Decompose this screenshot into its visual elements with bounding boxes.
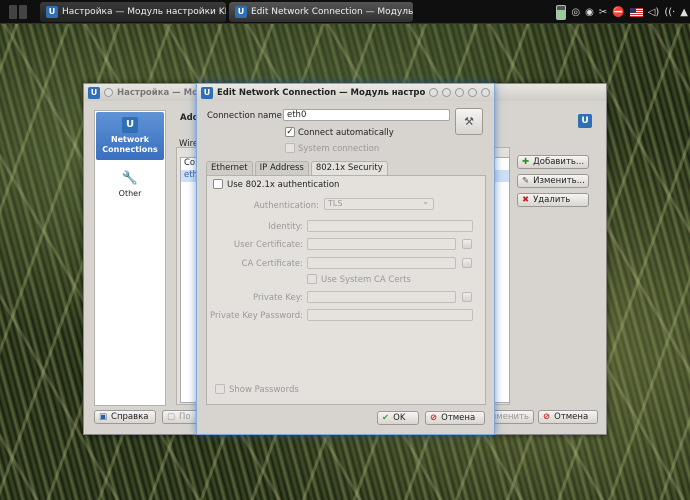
window-menu-icon[interactable] (104, 88, 113, 97)
edit-icon: ✎ (522, 176, 530, 186)
cancel-button[interactable]: ⊘ Отмена (538, 410, 598, 424)
network-icon: U (122, 117, 138, 133)
ok-button-label: OK (393, 413, 406, 423)
kde-settings-icon: U (235, 5, 247, 18)
use-8021x-label: Use 802.1x authentication (227, 180, 340, 190)
cancel-icon: ⊘ (430, 413, 438, 423)
show-passwords-label: Show Passwords (229, 385, 299, 395)
cancel-icon: ⊘ (543, 412, 551, 422)
keyboard-layout-flag-icon[interactable] (629, 7, 643, 17)
minimize-icon[interactable] (455, 88, 464, 97)
system-connection-checkbox[interactable] (285, 143, 295, 153)
add-button[interactable]: ✚ Добавить... (517, 155, 589, 169)
volume-icon[interactable]: ◁) (648, 7, 660, 18)
private-key-field[interactable] (307, 291, 456, 303)
delete-button-label: Удалить (533, 195, 571, 205)
user-certificate-field[interactable] (307, 238, 456, 250)
edit-button[interactable]: ✎ Изменить... (517, 174, 589, 188)
task-edit-network-label: Edit Network Connection — Модуль нас (251, 6, 413, 17)
help-button-label: Справка (111, 412, 149, 422)
use-system-ca-checkbox[interactable] (307, 274, 317, 284)
tray-expand-icon[interactable]: ▲ (680, 7, 688, 18)
user-certificate-label: User Certificate: (233, 240, 303, 250)
private-key-password-field[interactable] (307, 309, 473, 321)
tab-8021x-security[interactable]: 802.1x Security (310, 161, 388, 176)
battery-icon[interactable] (556, 4, 567, 20)
system-connection-label: System connection (298, 144, 380, 154)
help-icon: ▣ (99, 412, 108, 422)
dialog-cancel-label: Отмена (441, 413, 476, 423)
open-file-icon[interactable] (462, 258, 472, 268)
task-settings-label: Настройка — Модуль настройки KDE (62, 6, 226, 17)
scissors-icon[interactable]: ✂ (599, 7, 607, 18)
connection-name-input[interactable]: eth0 (283, 109, 450, 121)
tools-icon: 🔧 (121, 171, 139, 186)
ca-certificate-field[interactable] (307, 257, 456, 269)
kde-settings-icon: U (46, 5, 58, 18)
connection-icon-button[interactable]: ⚒ (455, 108, 483, 135)
open-file-icon[interactable] (462, 239, 472, 249)
sidebar-item-label: Network Connections (102, 135, 158, 154)
show-passwords-checkbox[interactable] (215, 384, 225, 394)
maximize-icon[interactable] (468, 88, 477, 97)
sidebar-item-network-connections[interactable]: U Network Connections (96, 112, 164, 160)
no-entry-icon[interactable]: ⛔ (612, 7, 624, 18)
desktop-pager[interactable] (0, 0, 36, 24)
authentication-label: Authentication: (253, 201, 319, 211)
close-icon[interactable] (481, 88, 490, 97)
delete-button[interactable]: ✖ Удалить (517, 193, 589, 207)
defaults-button-label: По (179, 412, 191, 422)
help-titlebar-icon[interactable] (429, 88, 438, 97)
sidebar-item-other[interactable]: 🔧 Other (96, 161, 164, 209)
sidebar-item-label: Other (118, 189, 142, 198)
dialog-tabs: Ethernet IP Address 802.1x Security (206, 161, 388, 176)
network-module-icon: U (578, 114, 592, 128)
connection-actions: ✚ Добавить... ✎ Изменить... ✖ Удалить (517, 155, 589, 207)
help-button[interactable]: ▣ Справка (94, 410, 156, 424)
ok-button[interactable]: ✔ OK (377, 411, 419, 425)
connect-automatically-label: Connect automatically (298, 128, 394, 138)
defaults-button[interactable]: ▢ По (162, 410, 198, 424)
module-sidebar: U Network Connections 🔧 Other (94, 110, 166, 406)
ubuntu-icon[interactable]: ◉ (585, 7, 594, 18)
delete-icon: ✖ (522, 195, 530, 205)
dialog-cancel-button[interactable]: ⊘ Отмена (425, 411, 485, 425)
defaults-icon: ▢ (167, 412, 176, 422)
open-file-icon[interactable] (462, 292, 472, 302)
cashew-icon[interactable]: ◎ (571, 7, 580, 18)
dialog-titlebar[interactable]: U Edit Network Connection — Модуль настр… (197, 84, 494, 101)
edit-button-label: Изменить... (533, 176, 585, 186)
kde-settings-icon: U (88, 86, 100, 99)
dialog-title: Edit Network Connection — Модуль настрой… (217, 87, 425, 98)
connection-name-label: Connection name: (207, 111, 285, 121)
plus-icon: ✚ (522, 157, 530, 167)
ca-certificate-label: CA Certificate: (241, 259, 303, 269)
task-settings[interactable]: U Настройка — Модуль настройки KDE (40, 1, 226, 22)
kde-settings-icon: U (201, 86, 213, 99)
check-icon: ✔ (382, 413, 390, 423)
wrench-icon: ⚒ (464, 115, 474, 128)
cancel-button-label: Отмена (554, 412, 589, 422)
use-system-ca-label: Use System CA Certs (321, 275, 411, 285)
system-tray: ◎ ◉ ✂ ⛔ ◁) ((· ▲ (556, 0, 688, 24)
task-edit-network[interactable]: U Edit Network Connection — Модуль нас (229, 1, 413, 22)
add-button-label: Добавить... (533, 157, 585, 167)
tab-ip-address[interactable]: IP Address (254, 161, 309, 175)
identity-label: Identity: (268, 222, 303, 232)
shade-icon[interactable] (442, 88, 451, 97)
authentication-select[interactable]: TLS (324, 197, 434, 210)
connect-automatically-checkbox[interactable]: ✓ (285, 127, 295, 137)
tab-ethernet[interactable]: Ethernet (206, 161, 253, 175)
private-key-label: Private Key: (253, 293, 303, 303)
use-8021x-checkbox[interactable] (213, 179, 223, 189)
private-key-password-label: Private Key Password: (209, 311, 303, 321)
taskbar: U Настройка — Модуль настройки KDE U Edi… (0, 0, 690, 24)
wifi-icon[interactable]: ((· (664, 7, 675, 18)
identity-field[interactable] (307, 220, 473, 232)
edit-connection-dialog: U Edit Network Connection — Модуль настр… (196, 83, 495, 435)
